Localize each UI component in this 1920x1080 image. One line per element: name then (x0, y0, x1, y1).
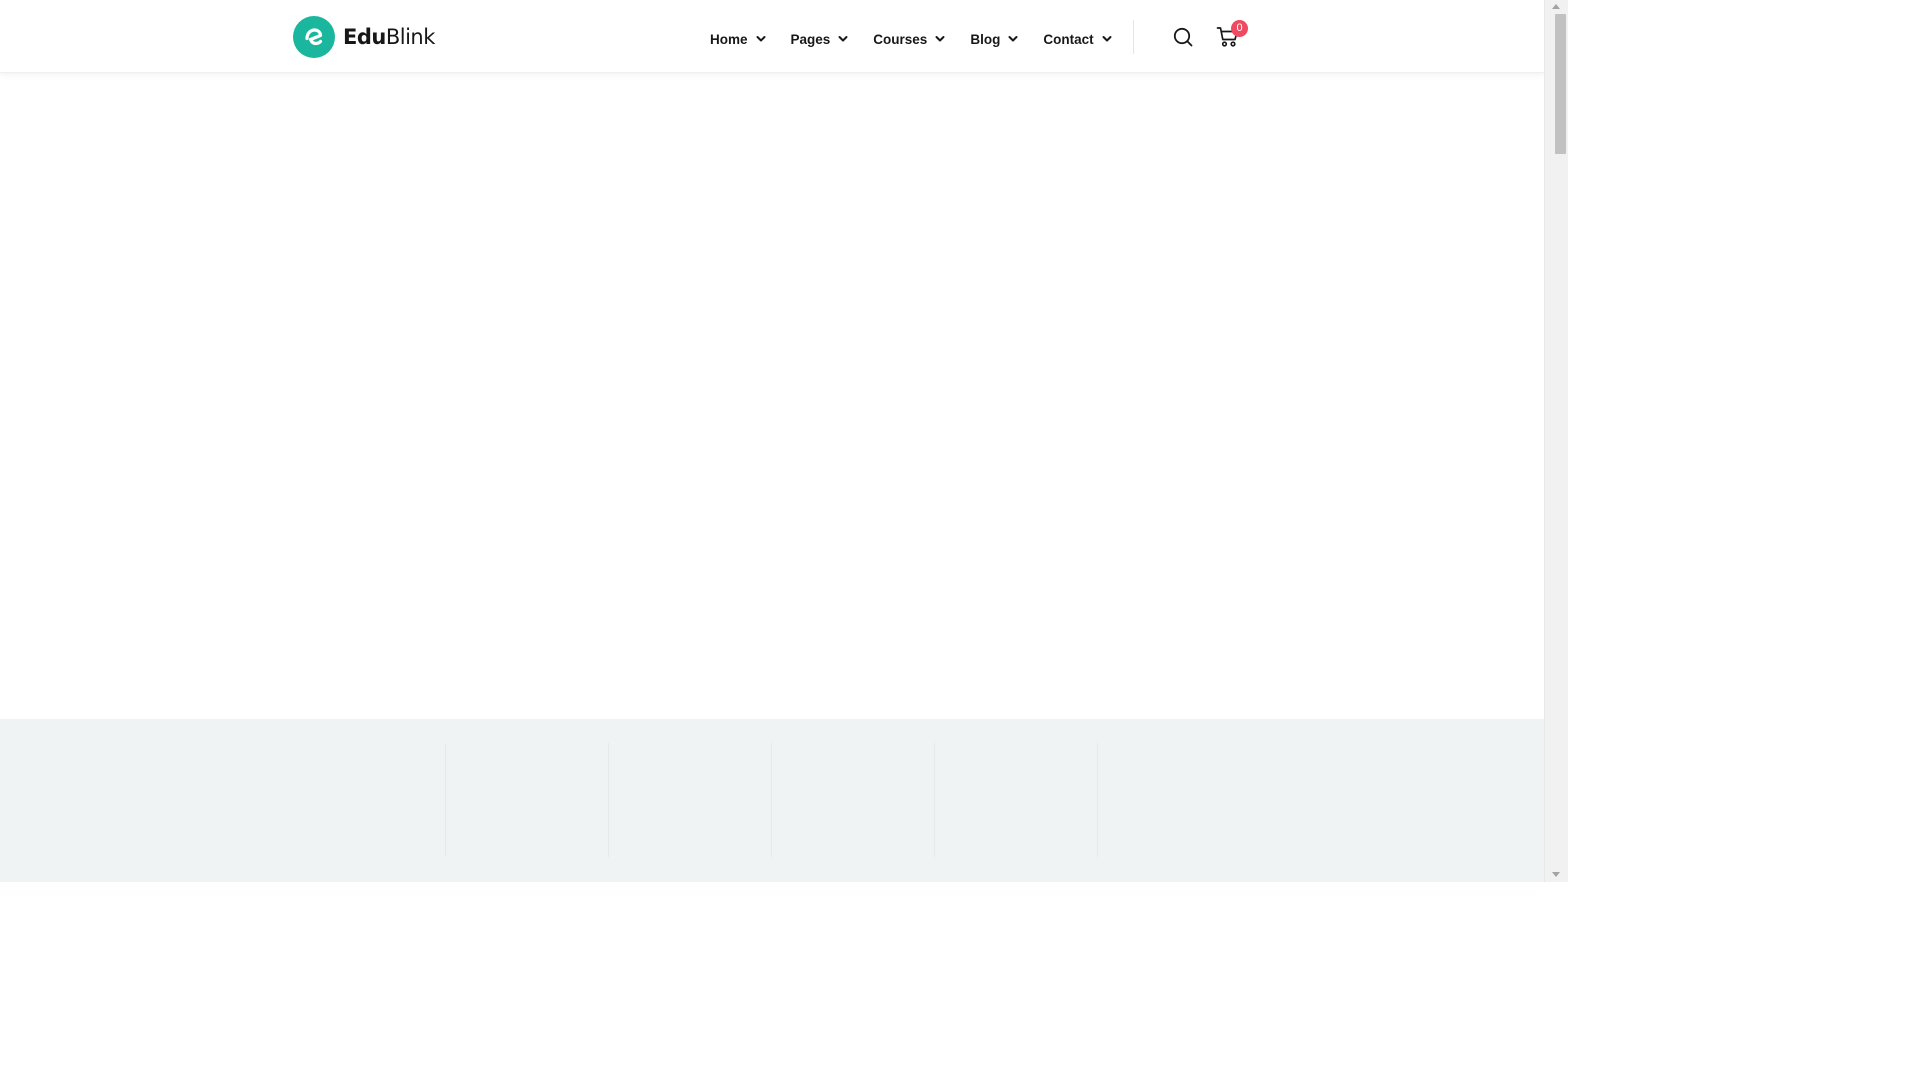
header-divider (1133, 20, 1134, 54)
band-column-divider (771, 743, 772, 857)
search-icon (1173, 27, 1193, 47)
features-band (0, 719, 1544, 882)
scroll-up-arrow-icon[interactable] (1552, 4, 1560, 9)
band-column-divider (934, 743, 935, 857)
nav-item-label: Pages (790, 31, 831, 47)
logo-text-light: Blink (385, 25, 436, 49)
band-column-divider (1097, 743, 1098, 857)
band-column-divider (608, 743, 609, 857)
cart-count-badge: 0 (1231, 20, 1248, 37)
nav-item-contact[interactable]: Contact (1043, 31, 1112, 47)
chevron-down-icon (838, 36, 848, 42)
nav-item-label: Blog (970, 31, 1001, 47)
nav-item-label: Courses (873, 31, 928, 47)
chevron-down-icon (1102, 36, 1112, 42)
logo-wordmark: EduBlink (343, 25, 435, 49)
site-logo[interactable]: EduBlink (293, 16, 435, 58)
band-column-divider (445, 743, 446, 857)
search-button[interactable] (1172, 26, 1194, 48)
main-content-area (0, 74, 1544, 719)
logo-text-bold: Edu (343, 25, 386, 49)
nav-item-blog[interactable]: Blog (970, 32, 1018, 47)
nav-item-courses[interactable]: Courses (873, 32, 945, 47)
site-header: EduBlink Home Pages Courses Blog Contact (0, 0, 1544, 73)
chevron-down-icon (1008, 36, 1018, 42)
edublink-logo-icon (293, 16, 335, 58)
nav-item-label: Home (710, 31, 748, 47)
nav-item-home[interactable]: Home (710, 32, 766, 47)
page: EduBlink Home Pages Courses Blog Contact (0, 0, 1544, 882)
chevron-down-icon (935, 36, 945, 42)
nav-item-label: Contact (1043, 31, 1094, 47)
main-nav: Home Pages Courses Blog Contact (710, 29, 1112, 49)
chevron-down-icon (756, 36, 766, 42)
scrollbar-thumb[interactable] (1555, 14, 1566, 154)
scroll-down-arrow-icon[interactable] (1552, 872, 1560, 877)
nav-item-pages[interactable]: Pages (791, 32, 849, 47)
